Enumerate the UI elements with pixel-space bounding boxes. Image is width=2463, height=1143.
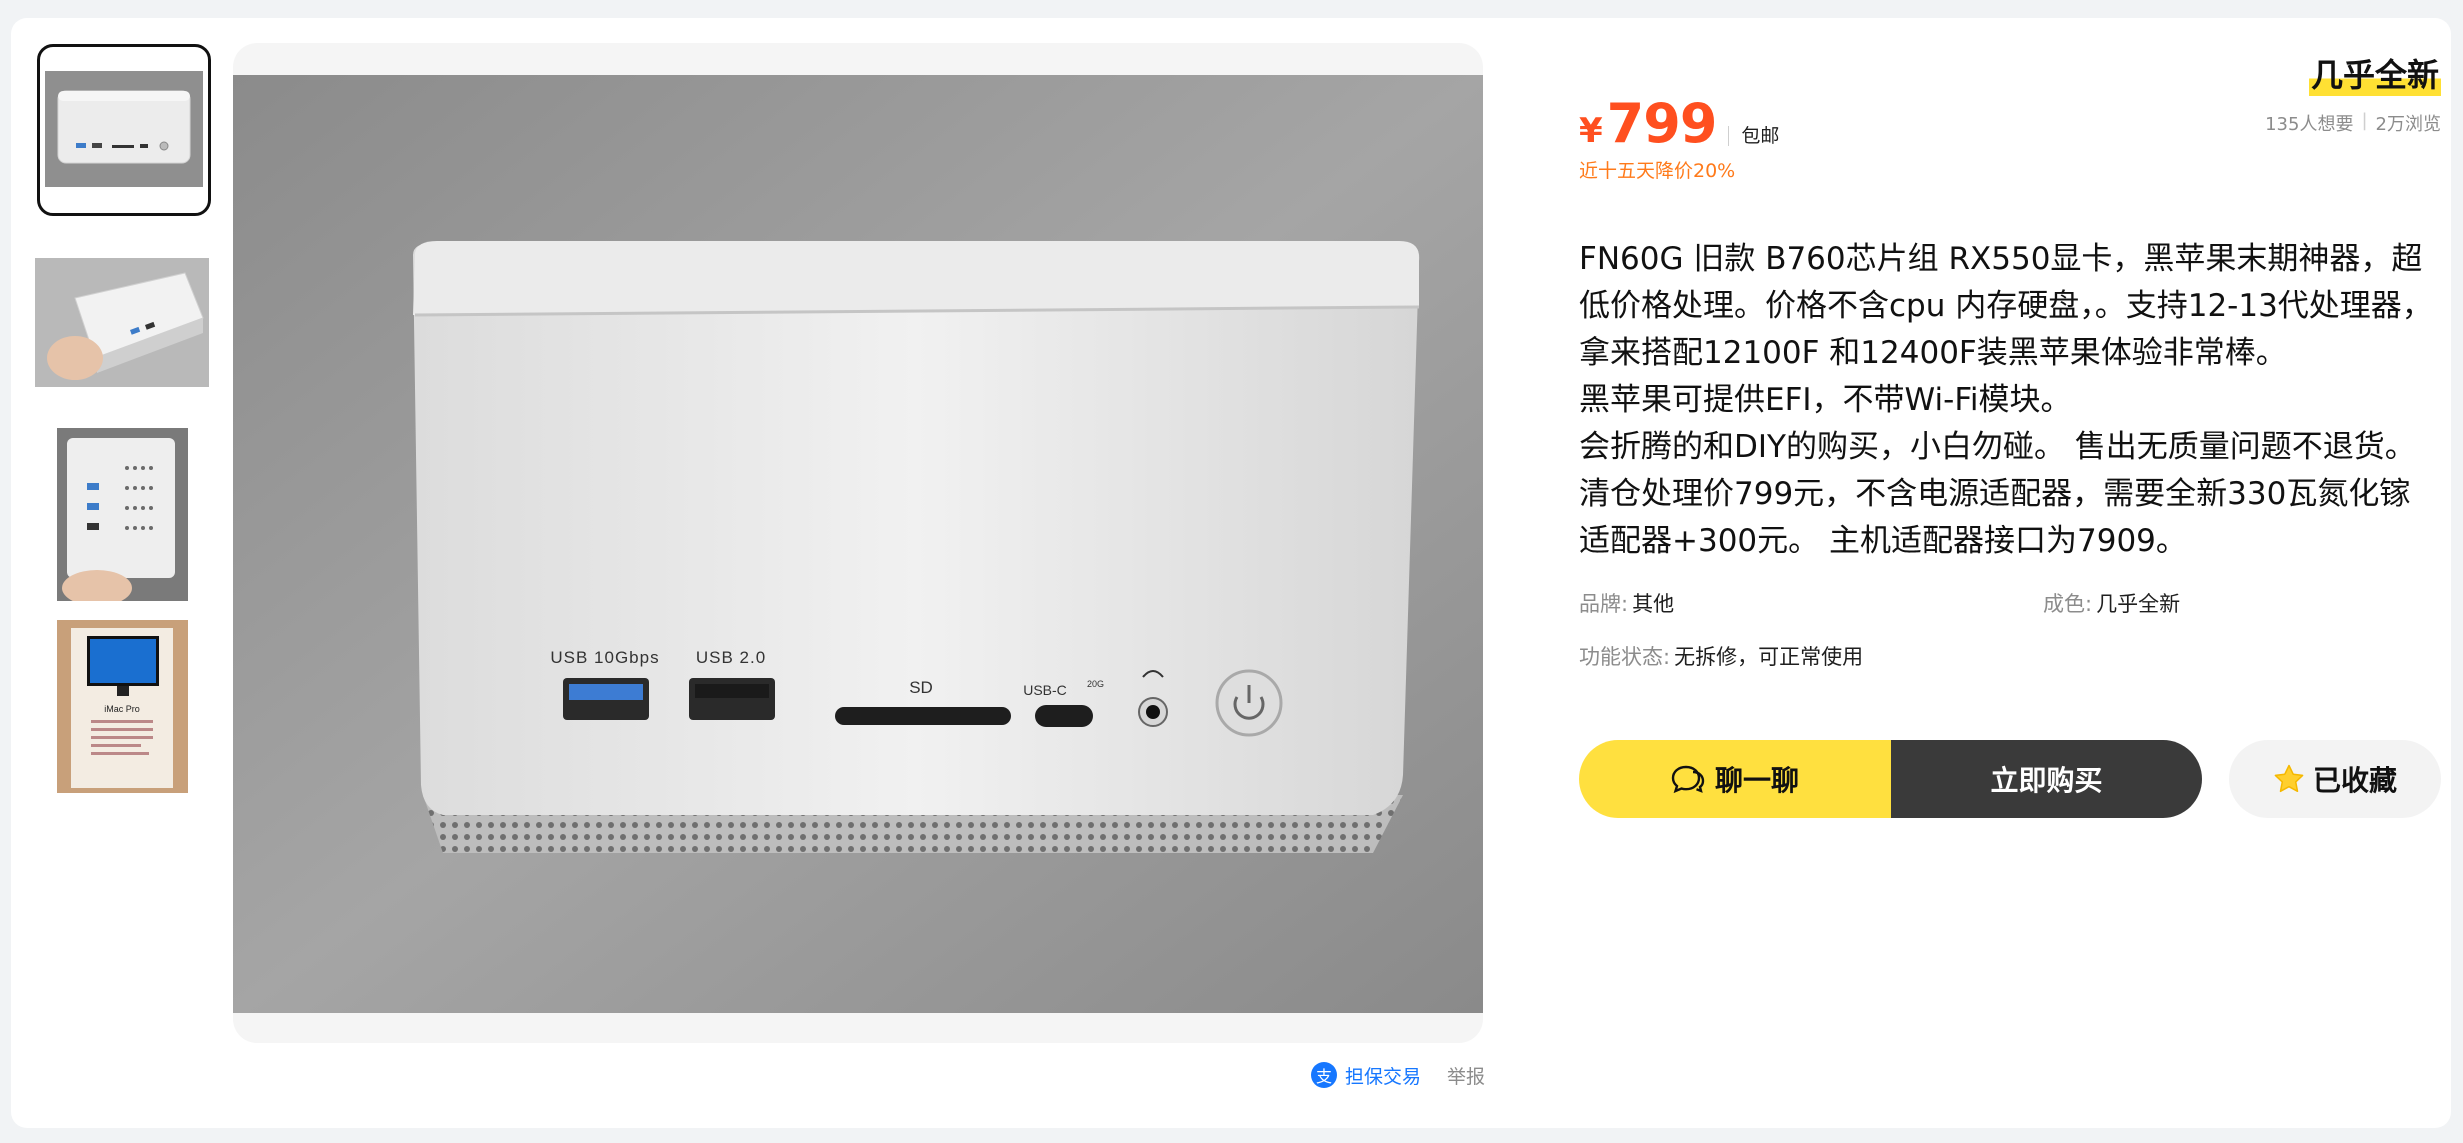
property-brand-value: 其他	[1632, 592, 1675, 616]
property-function-status: 功能状态: 无拆修，可正常使用	[1579, 641, 1863, 671]
port-label-usbc-sup: 20G	[1087, 679, 1104, 689]
thumbnail-1-image	[45, 71, 203, 187]
description-paragraph: 黑苹果可提供EFI，不带Wi-Fi模块。	[1579, 382, 2072, 418]
port-label-sd: SD	[909, 678, 933, 697]
product-info-panel: ¥ 799 包邮 近十五天降价20% 几乎全新 135人想要 | 2万浏览 FN…	[1579, 48, 2441, 1048]
price-row: ¥ 799 包邮	[1579, 92, 1779, 155]
product-card: iMac Pro USB 10Gbps USB 2.0 SD USB-C 20G…	[11, 18, 2451, 1128]
property-condition-label: 成色:	[2043, 592, 2093, 616]
favorite-button[interactable]: 已收藏	[2229, 740, 2441, 818]
condition-title: 几乎全新	[2308, 50, 2441, 96]
port-label-usb10: USB 10Gbps	[550, 648, 659, 667]
buy-now-button[interactable]: 立即购买	[1891, 740, 2202, 818]
imac-title: iMac Pro	[104, 704, 140, 714]
main-image-container[interactable]: USB 10Gbps USB 2.0 SD USB-C 20G	[233, 43, 1483, 1043]
shipping-badge: 包邮	[1728, 126, 1779, 146]
thumbnail-3-image	[57, 428, 188, 601]
favorite-button-label: 已收藏	[2312, 764, 2397, 797]
thumbnail-2-image	[35, 258, 209, 387]
description-paragraph: FN60G 旧款 B760芯片组 RX550显卡，黑苹果末期神器，超低价格处理。…	[1579, 241, 2433, 371]
main-product-image: USB 10Gbps USB 2.0 SD USB-C 20G	[233, 75, 1483, 1013]
thumbnail-3[interactable]	[57, 428, 188, 601]
guarantee-link[interactable]: 支 担保交易	[1311, 1062, 1421, 1089]
currency-symbol: ¥	[1579, 111, 1603, 151]
port-label-usb2: USB 2.0	[696, 648, 766, 667]
price: 799	[1606, 92, 1718, 155]
action-buttons: 聊一聊 立即购买 已收藏	[1579, 740, 2441, 818]
thumbnail-1[interactable]	[37, 44, 211, 216]
property-condition-value: 几乎全新	[2096, 592, 2181, 616]
property-function-value: 无拆修，可正常使用	[1674, 645, 1864, 669]
port-label-usbc: USB-C	[1023, 682, 1067, 698]
views-count: 2万浏览	[2375, 114, 2441, 135]
star-icon	[2274, 764, 2304, 793]
property-brand: 品牌: 其他	[1579, 588, 1674, 618]
property-brand-label: 品牌:	[1579, 592, 1629, 616]
chat-bubble-icon	[1671, 765, 1705, 794]
image-footer-links: 支 担保交易 举报	[1311, 1060, 1485, 1090]
guarantee-label: 担保交易	[1345, 1065, 1422, 1088]
product-stats: 135人想要 | 2万浏览	[2265, 110, 2441, 135]
property-condition: 成色: 几乎全新	[2043, 588, 2180, 618]
thumbnail-2[interactable]	[35, 258, 209, 387]
chat-button-label: 聊一聊	[1714, 764, 1799, 797]
primary-actions: 聊一聊 立即购买	[1579, 740, 2202, 818]
report-link[interactable]: 举报	[1447, 1062, 1485, 1089]
buy-button-label: 立即购买	[1990, 764, 2103, 797]
price-drop-notice: 近十五天降价20%	[1579, 160, 1736, 182]
thumbnail-4[interactable]: iMac Pro	[57, 620, 188, 793]
thumbnail-4-image: iMac Pro	[57, 620, 188, 793]
product-description: FN60G 旧款 B760芯片组 RX550显卡，黑苹果末期神器，超低价格处理。…	[1579, 236, 2441, 565]
alipay-icon: 支	[1311, 1062, 1337, 1088]
description-paragraph: 清仓处理价799元，不含电源适配器，需要全新330瓦氮化镓适配器+300元。 主…	[1579, 476, 2411, 559]
description-paragraph: 会折腾的和DIY的购买，小白勿碰。 售出无质量问题不退货。	[1579, 429, 2416, 465]
chat-button[interactable]: 聊一聊	[1579, 740, 1891, 818]
wants-count: 135人想要	[2265, 114, 2354, 135]
property-function-label: 功能状态:	[1579, 645, 1671, 669]
